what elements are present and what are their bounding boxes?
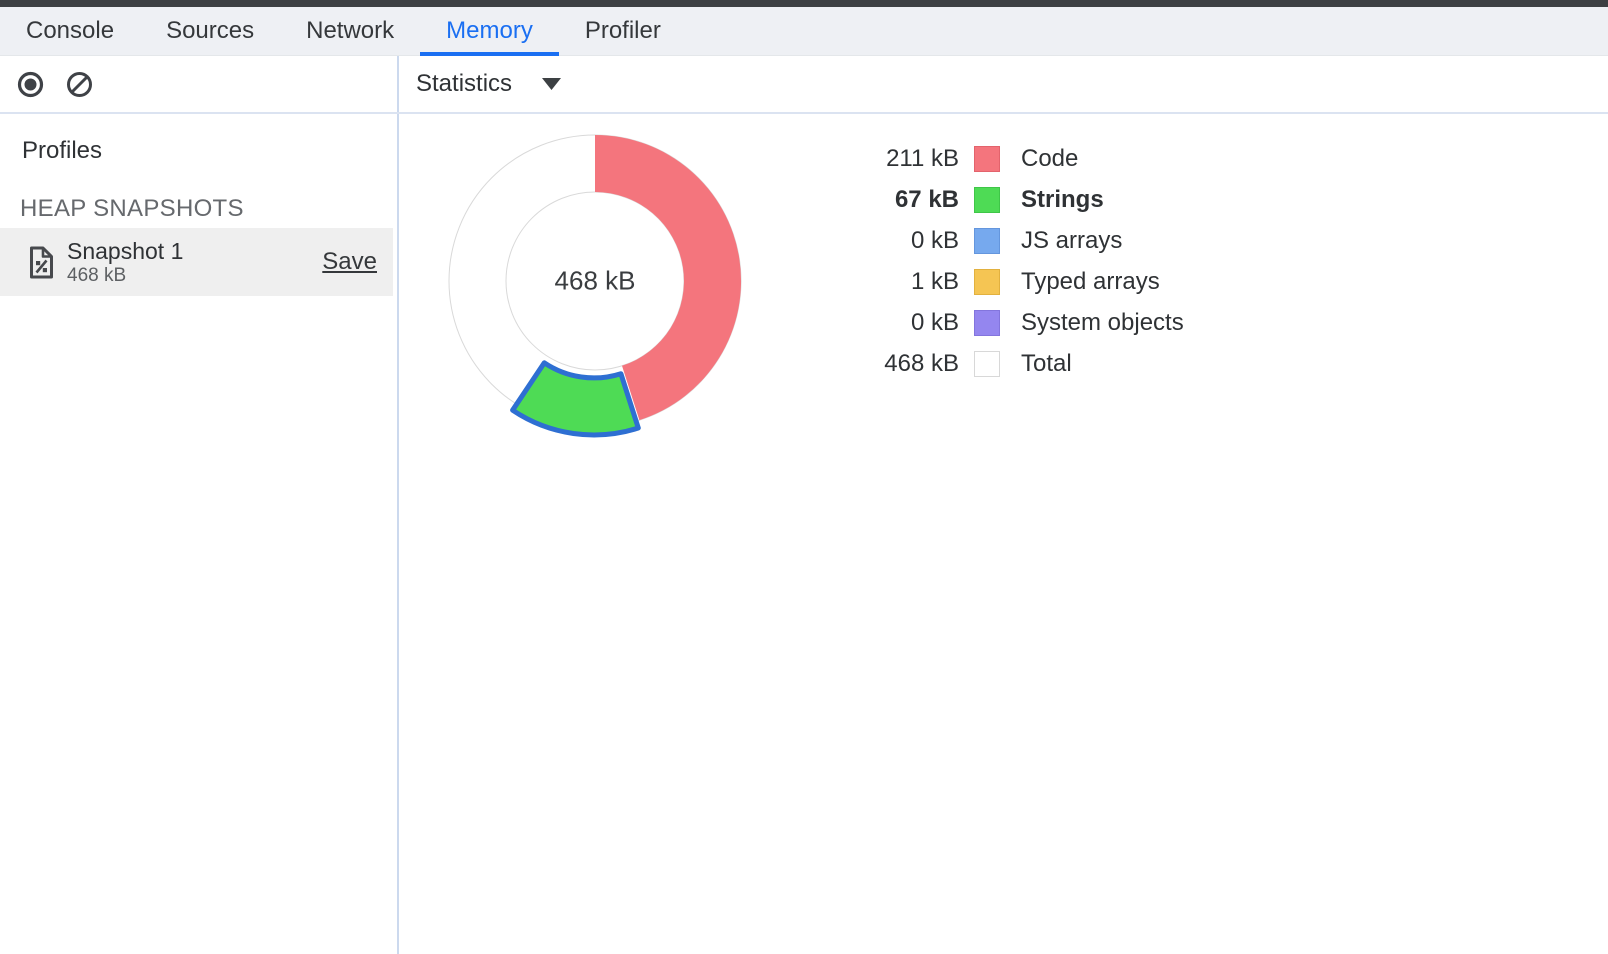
legend-row-js-arrays[interactable]: 0 kB JS arrays: [859, 220, 1184, 261]
legend-label: Code: [1021, 145, 1078, 173]
dropdown-triangle-icon: [542, 78, 561, 90]
save-snapshot-link[interactable]: Save: [322, 248, 377, 276]
tab-sources[interactable]: Sources: [140, 7, 280, 55]
window-top-bar: [0, 0, 1608, 7]
perspective-select[interactable]: Statistics: [416, 70, 561, 98]
legend-label: System objects: [1021, 309, 1184, 337]
snapshot-list-item[interactable]: Snapshot 1 468 kB Save: [0, 228, 393, 296]
legend-row-system-objects[interactable]: 0 kB System objects: [859, 302, 1184, 343]
legend-label: JS arrays: [1021, 227, 1122, 255]
chart-legend: 211 kB Code 67 kB Strings 0 kB JS arrays…: [859, 138, 1184, 384]
legend-row-strings[interactable]: 67 kB Strings: [859, 179, 1184, 220]
donut-slice-strings[interactable]: [513, 363, 639, 435]
statistics-main-view: 468 kB 211 kB Code 67 kB Strings 0 kB JS…: [399, 114, 1608, 954]
snapshot-size: 468 kB: [67, 265, 183, 286]
legend-value: 0 kB: [859, 227, 959, 255]
clear-icon: [65, 70, 94, 99]
legend-value: 211 kB: [859, 145, 959, 173]
perspective-select-value: Statistics: [416, 70, 512, 98]
toolbar-right-section: Statistics: [399, 56, 1608, 112]
tab-network[interactable]: Network: [280, 7, 420, 55]
legend-row-total[interactable]: 468 kB Total: [859, 343, 1184, 384]
snapshot-name: Snapshot 1: [67, 238, 183, 265]
legend-label: Strings: [1021, 186, 1104, 214]
clear-profiles-button[interactable]: [65, 70, 94, 99]
profiles-sidebar: Profiles HEAP SNAPSHOTS Snapshot 1 468 k…: [0, 114, 399, 954]
legend-swatch-icon: [974, 351, 1000, 377]
record-heap-snapshot-button[interactable]: [16, 70, 45, 99]
legend-swatch-icon: [974, 310, 1000, 336]
memory-panel-toolbar: Statistics: [0, 56, 1608, 114]
devtools-tab-bar: Console Sources Network Memory Profiler: [0, 7, 1608, 56]
legend-swatch-icon: [974, 187, 1000, 213]
snapshot-meta: Snapshot 1 468 kB: [67, 238, 183, 286]
legend-value: 67 kB: [859, 186, 959, 214]
sidebar-title: Profiles: [22, 136, 397, 166]
legend-swatch-icon: [974, 228, 1000, 254]
legend-label: Total: [1021, 350, 1072, 378]
legend-row-typed-arrays[interactable]: 1 kB Typed arrays: [859, 261, 1184, 302]
tab-console[interactable]: Console: [0, 7, 140, 55]
legend-swatch-icon: [974, 269, 1000, 295]
legend-value: 1 kB: [859, 268, 959, 296]
heap-snapshot-icon: [28, 246, 55, 279]
legend-value: 0 kB: [859, 309, 959, 337]
toolbar-left-section: [0, 56, 399, 112]
legend-swatch-icon: [974, 146, 1000, 172]
legend-label: Typed arrays: [1021, 268, 1160, 296]
tab-memory[interactable]: Memory: [420, 7, 559, 55]
donut-center-total: 468 kB: [555, 266, 636, 297]
panel-content: Profiles HEAP SNAPSHOTS Snapshot 1 468 k…: [0, 114, 1608, 954]
legend-row-code[interactable]: 211 kB Code: [859, 138, 1184, 179]
legend-value: 468 kB: [859, 350, 959, 378]
heap-snapshots-section-heading: HEAP SNAPSHOTS: [20, 196, 397, 222]
tab-profiler[interactable]: Profiler: [559, 7, 687, 55]
record-icon: [16, 70, 45, 99]
